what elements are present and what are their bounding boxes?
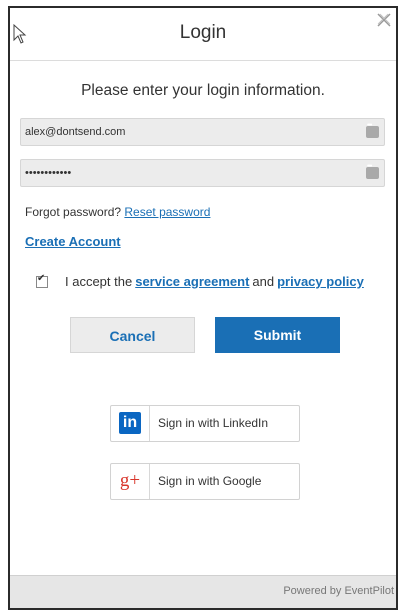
- dialog-footer: Powered by EventPilot: [10, 575, 396, 608]
- google-signin-label: Sign in with Google: [158, 474, 262, 488]
- terms-and: and: [252, 274, 275, 289]
- submit-button[interactable]: Submit: [215, 317, 340, 353]
- password-manager-icon[interactable]: [366, 163, 379, 179]
- dialog-header: Login: [10, 8, 396, 61]
- privacy-policy-link[interactable]: privacy policy: [277, 274, 364, 289]
- dialog-title: Login: [179, 22, 227, 43]
- email-input[interactable]: [25, 122, 355, 142]
- forgot-password-text: Forgot password?: [25, 205, 122, 219]
- divider: [149, 406, 150, 441]
- close-icon[interactable]: [376, 12, 392, 28]
- password-field[interactable]: [20, 159, 385, 187]
- service-agreement-link[interactable]: service agreement: [135, 274, 249, 289]
- terms-row: I accept the service agreement and priva…: [36, 273, 367, 289]
- instructions-text: Please enter your login information.: [81, 82, 325, 99]
- password-manager-icon[interactable]: [366, 122, 379, 138]
- terms-prefix: I accept the: [65, 274, 133, 289]
- forgot-password-row: Forgot password? Reset password: [25, 205, 210, 219]
- linkedin-signin-label: Sign in with LinkedIn: [158, 416, 269, 430]
- google-plus-icon: g+: [119, 470, 141, 491]
- accept-terms-checkbox[interactable]: [36, 273, 48, 288]
- linkedin-icon: in: [119, 412, 141, 434]
- linkedin-signin-button[interactable]: in Sign in with LinkedIn: [110, 405, 300, 442]
- create-account-link[interactable]: Create Account: [25, 234, 121, 249]
- cancel-button[interactable]: Cancel: [70, 317, 195, 353]
- email-field[interactable]: [20, 118, 385, 146]
- login-dialog: Login Please enter your login informatio…: [8, 6, 398, 610]
- password-input[interactable]: [25, 163, 355, 183]
- divider: [149, 464, 150, 499]
- powered-by-text: Powered by EventPilot: [283, 585, 394, 597]
- google-signin-button[interactable]: g+ Sign in with Google: [110, 463, 300, 500]
- reset-password-link[interactable]: Reset password: [124, 205, 210, 219]
